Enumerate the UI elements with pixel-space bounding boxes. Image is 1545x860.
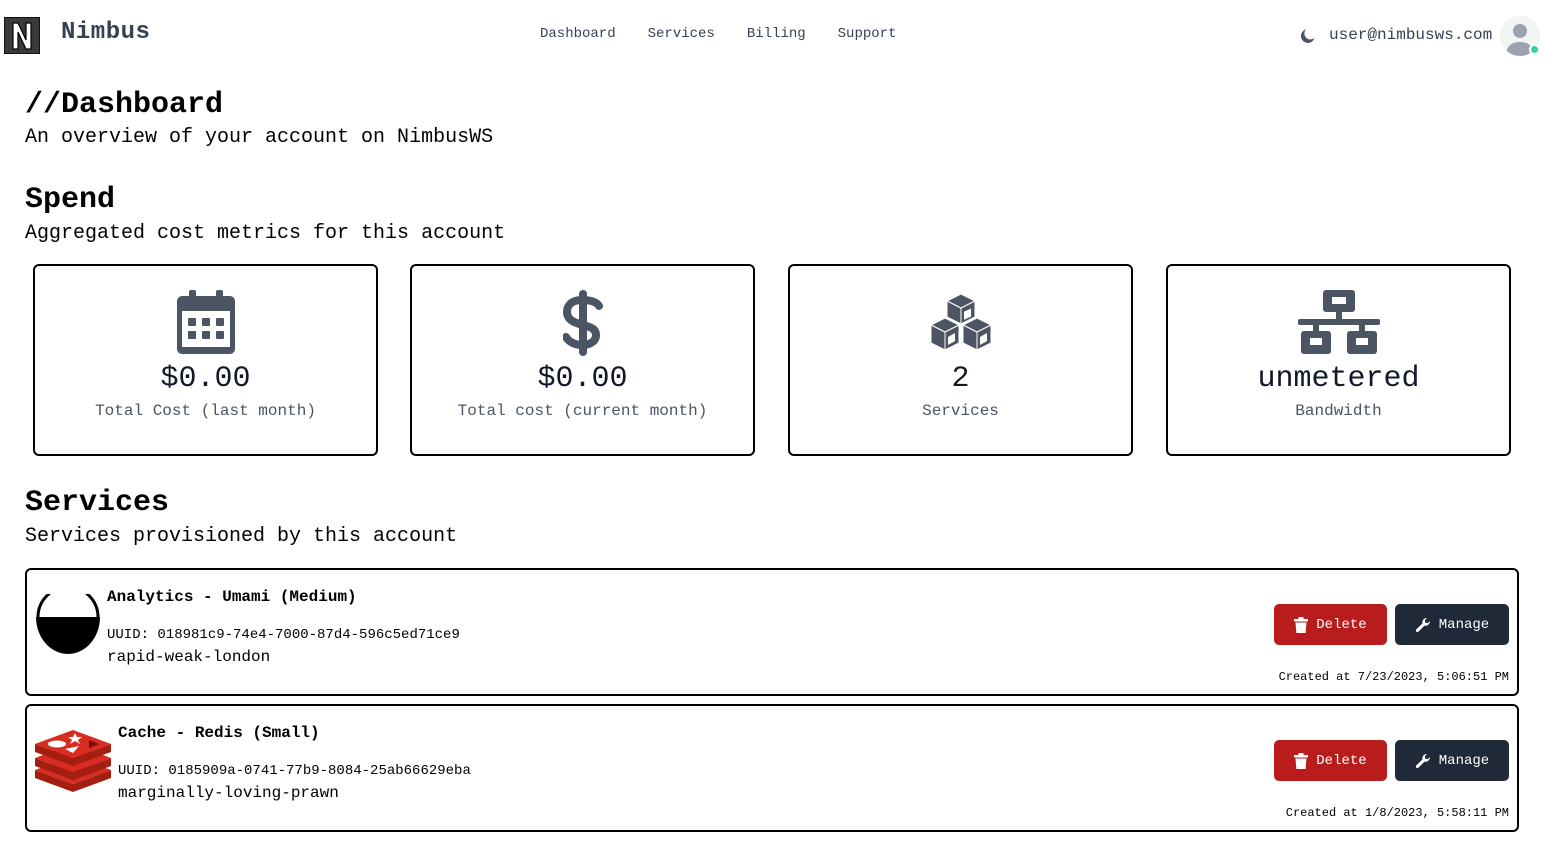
service-uuid: UUID: 018981c9-74e4-7000-87d4-596c5ed71c… xyxy=(107,627,460,643)
stat-value: $0.00 xyxy=(160,362,251,396)
services-subtitle: Services provisioned by this account xyxy=(25,525,458,548)
service-title: Analytics - Umami (Medium) xyxy=(107,588,357,606)
page-title: //Dashboard xyxy=(25,88,224,122)
stat-value: 2 xyxy=(951,362,970,396)
stat-card-last-month: $0.00 Total Cost (last month) xyxy=(33,264,378,456)
stat-label: Services xyxy=(922,402,999,420)
service-created-at: Created at 1/8/2023, 5:58:11 PM xyxy=(1285,806,1509,820)
spend-subtitle: Aggregated cost metrics for this account xyxy=(25,222,506,245)
trash-icon xyxy=(1294,616,1309,633)
delete-button[interactable]: Delete xyxy=(1274,604,1387,645)
manage-button-label: Manage xyxy=(1438,616,1490,633)
dollar-icon xyxy=(562,290,603,356)
moon-icon[interactable] xyxy=(1299,27,1317,45)
user-email[interactable]: user@nimbusws.com xyxy=(1329,26,1492,44)
manage-button[interactable]: Manage xyxy=(1395,740,1509,781)
navbar: Nimbus Dashboard Services Billing Suppor… xyxy=(0,0,1545,70)
nav-link-dashboard[interactable]: Dashboard xyxy=(540,26,616,42)
service-card-umami: Analytics - Umami (Medium) UUID: 018981c… xyxy=(25,568,1519,696)
stat-label: Total cost (current month) xyxy=(457,402,708,420)
delete-button[interactable]: Delete xyxy=(1274,740,1387,781)
trash-icon xyxy=(1294,752,1309,769)
stat-card-bandwidth: unmetered Bandwidth xyxy=(1166,264,1511,456)
stat-value: $0.00 xyxy=(537,362,628,396)
services-title: Services xyxy=(25,486,170,520)
brand-name[interactable]: Nimbus xyxy=(61,19,150,46)
stat-card-services: 2 Services xyxy=(788,264,1133,456)
nav-link-billing[interactable]: Billing xyxy=(747,26,806,42)
nimbus-logo-icon[interactable] xyxy=(4,17,40,54)
service-title: Cache - Redis (Small) xyxy=(118,724,320,742)
stat-label: Total Cost (last month) xyxy=(95,402,316,420)
wrench-icon xyxy=(1415,753,1430,768)
cubes-icon xyxy=(929,293,992,351)
redis-logo-icon xyxy=(35,730,111,792)
nav-link-support[interactable]: Support xyxy=(838,26,897,42)
stat-card-current-month: $0.00 Total cost (current month) xyxy=(410,264,755,456)
umami-logo-icon xyxy=(36,594,100,654)
stat-value: unmetered xyxy=(1257,362,1420,396)
calendar-icon xyxy=(176,290,235,354)
network-icon xyxy=(1297,290,1380,354)
service-slug: rapid-weak-london xyxy=(107,648,271,666)
service-slug: marginally-loving-prawn xyxy=(118,784,339,802)
manage-button[interactable]: Manage xyxy=(1395,604,1509,645)
service-card-redis: Cache - Redis (Small) UUID: 0185909a-074… xyxy=(25,704,1519,832)
delete-button-label: Delete xyxy=(1316,752,1367,769)
manage-button-label: Manage xyxy=(1438,752,1490,769)
delete-button-label: Delete xyxy=(1316,616,1367,633)
service-created-at: Created at 7/23/2023, 5:06:51 PM xyxy=(1278,670,1509,684)
page-subtitle: An overview of your account on NimbusWS xyxy=(25,126,494,149)
nav-link-services[interactable]: Services xyxy=(648,26,715,42)
service-uuid: UUID: 0185909a-0741-77b9-8084-25ab66629e… xyxy=(118,763,471,779)
stat-label: Bandwidth xyxy=(1295,402,1382,420)
spend-title: Spend xyxy=(25,183,116,217)
online-status-dot xyxy=(1529,44,1540,55)
main-nav: Dashboard Services Billing Support xyxy=(540,26,896,42)
wrench-icon xyxy=(1415,617,1430,632)
